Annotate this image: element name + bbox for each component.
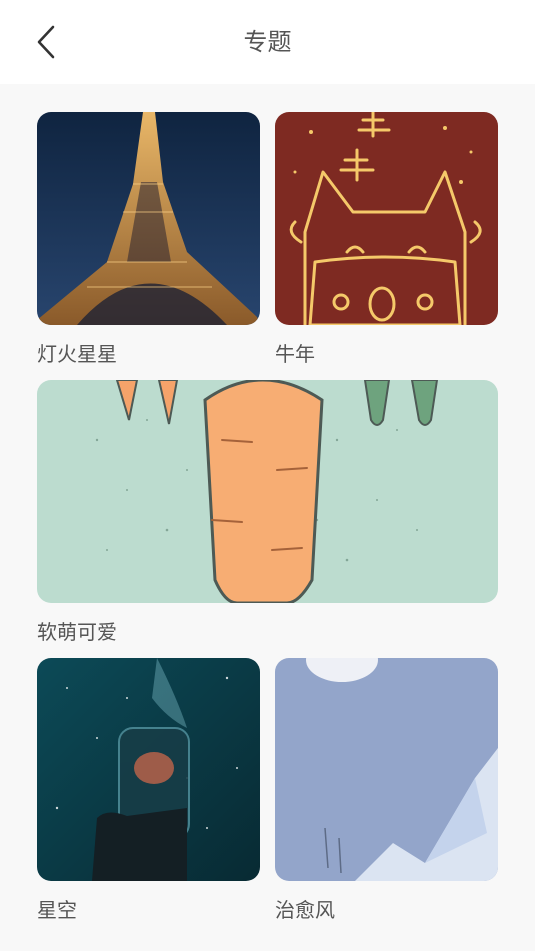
topic-label: 灯火星星 — [37, 342, 117, 366]
topic-thumbnail — [275, 658, 498, 881]
topic-card-ox-year[interactable]: 牛年 — [275, 112, 498, 368]
topic-label: 牛年 — [275, 342, 315, 366]
topic-label: 星空 — [37, 898, 77, 922]
topic-card-lights[interactable]: 灯火星星 — [37, 112, 260, 368]
topic-thumbnail — [37, 112, 260, 325]
topic-thumbnail — [37, 380, 498, 603]
topic-label: 软萌可爱 — [37, 620, 117, 644]
topic-label: 治愈风 — [275, 898, 335, 922]
topic-card-healing[interactable]: 治愈风 — [275, 658, 498, 924]
page-title: 专题 — [243, 28, 292, 56]
top-bar: 专题 — [0, 0, 535, 84]
topic-thumbnail — [37, 658, 260, 881]
topic-thumbnail — [275, 112, 498, 325]
topic-card-cute[interactable]: 软萌可爱 — [37, 380, 498, 646]
topic-card-starry-sky[interactable]: 星空 — [37, 658, 260, 924]
